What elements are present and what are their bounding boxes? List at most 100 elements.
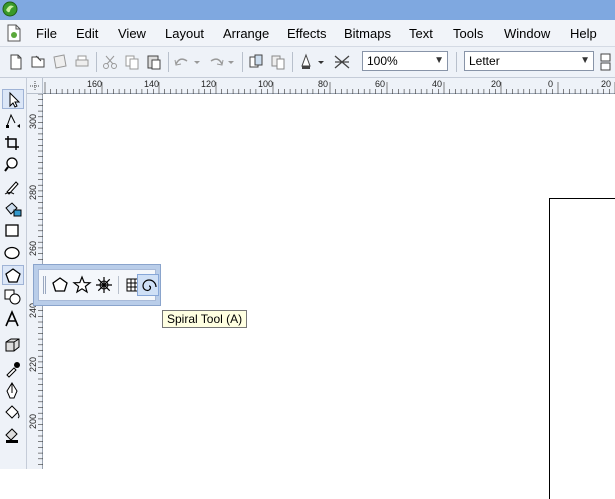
menu-tools[interactable]: Tools — [453, 26, 483, 41]
chevron-down-icon — [318, 61, 324, 64]
menu-tools-label: Tools — [453, 26, 484, 41]
page-border — [549, 198, 615, 499]
menu-bitmaps-label: Bitmaps — [344, 26, 391, 41]
flyout-panel — [38, 269, 159, 301]
menu-help[interactable]: Help — [570, 26, 597, 41]
menu-arrange-label: Arrange — [223, 26, 270, 41]
scissors-icon — [103, 55, 117, 69]
menu-window-label: Window — [504, 26, 551, 41]
welcome-icon — [334, 55, 350, 69]
ruler-label: 0 — [548, 79, 554, 89]
redo-dropdown[interactable] — [226, 52, 236, 72]
shape-node-icon — [6, 113, 20, 128]
interactive-fill-icon — [5, 428, 18, 443]
horizontal-ruler[interactable]: 160 140 120 100 80 60 40 20 0 20 — [43, 78, 615, 94]
interactive-blend-tool[interactable] — [2, 335, 24, 355]
menu-file-label: File — [36, 26, 57, 41]
menu-edit-label: Edit — [76, 26, 99, 41]
pen-icon — [4, 181, 19, 195]
redo-button[interactable] — [206, 52, 226, 72]
save-button[interactable] — [50, 52, 70, 72]
rectangle-tool[interactable] — [2, 221, 24, 241]
magnifier-icon — [4, 157, 18, 172]
launcher-dropdown[interactable] — [316, 52, 326, 72]
copy-button[interactable] — [122, 52, 142, 72]
menu-edit[interactable]: Edit — [76, 26, 98, 41]
chevron-down-icon[interactable]: ▼ — [580, 52, 590, 70]
chevron-down-icon[interactable]: ▼ — [434, 52, 444, 70]
ruler-label: 140 — [144, 79, 160, 89]
eyedropper-tool[interactable] — [2, 359, 24, 379]
import-button[interactable] — [246, 52, 266, 72]
flyout-grip-handle[interactable] — [43, 276, 46, 294]
spiral-tool-button[interactable] — [137, 274, 159, 296]
polygon-icon — [5, 268, 21, 283]
undo-dropdown[interactable] — [192, 52, 202, 72]
outline-tool[interactable] — [2, 381, 24, 401]
toolbar-separator — [456, 52, 457, 72]
chevron-down-icon — [194, 61, 200, 64]
basic-shapes-tool[interactable] — [2, 287, 24, 307]
zoom-level-combo[interactable]: 100% ▼ — [362, 51, 448, 71]
star-tool-button[interactable] — [71, 274, 93, 296]
menu-file[interactable]: File — [36, 26, 57, 41]
print-button[interactable] — [72, 52, 92, 72]
ruler-label: 160 — [87, 79, 103, 89]
pick-tool[interactable] — [2, 89, 24, 109]
welcome-screen-button[interactable] — [332, 52, 352, 72]
ruler-label: 80 — [318, 79, 329, 89]
new-button[interactable] — [6, 52, 26, 72]
horizontal-ruler-ticks — [44, 82, 615, 94]
page-size-combo[interactable]: Letter ▼ — [464, 51, 594, 71]
complex-star-tool-button[interactable] — [93, 274, 115, 296]
cut-button[interactable] — [100, 52, 120, 72]
save-icon — [53, 54, 67, 69]
undo-icon — [174, 58, 188, 66]
menu-text-label: Text — [409, 26, 433, 41]
ruler-origin[interactable] — [27, 78, 43, 94]
zoom-level-value: 100% — [367, 54, 398, 68]
menu-arrange[interactable]: Arrange — [223, 26, 269, 41]
menu-bitmaps[interactable]: Bitmaps — [344, 26, 391, 41]
export-button[interactable] — [268, 52, 288, 72]
document-icon[interactable] — [6, 24, 22, 42]
undo-button[interactable] — [172, 52, 192, 72]
import-icon — [249, 54, 263, 68]
ruler-label: 200 — [28, 413, 38, 429]
polygon-tool-button[interactable] — [49, 274, 71, 296]
page-dimensions-button[interactable] — [598, 52, 614, 72]
toolbar-separator — [96, 52, 97, 72]
print-icon — [75, 55, 89, 67]
crop-tool[interactable] — [2, 133, 24, 153]
crosshair-icon — [30, 81, 40, 91]
zoom-tool[interactable] — [2, 155, 24, 175]
menu-layout[interactable]: Layout — [165, 26, 204, 41]
freehand-tool[interactable] — [2, 177, 24, 197]
menu-window[interactable]: Window — [504, 26, 550, 41]
fill-tool[interactable] — [2, 403, 24, 423]
menu-text[interactable]: Text — [409, 26, 433, 41]
text-tool[interactable] — [2, 309, 24, 329]
crop-icon — [5, 136, 19, 150]
interactive-fill-tool[interactable] — [2, 425, 24, 445]
menu-effects-label: Effects — [287, 26, 327, 41]
text-a-icon — [5, 309, 19, 327]
open-button[interactable] — [28, 52, 48, 72]
shape-tool[interactable] — [2, 111, 24, 131]
application-launcher-button[interactable] — [296, 52, 316, 72]
pen-nib-icon — [6, 382, 18, 399]
menu-bar: File Edit View Layout Arrange Effects Bi… — [0, 20, 615, 47]
paste-button[interactable] — [144, 52, 164, 72]
object-tools-polygon[interactable] — [2, 265, 24, 285]
spiral-tool-tooltip: Spiral Tool (A) — [162, 310, 248, 328]
chevron-down-icon — [228, 61, 234, 64]
ruler-label: 280 — [28, 184, 38, 200]
menu-effects[interactable]: Effects — [287, 26, 327, 41]
coreldraw-app-icon[interactable] — [2, 1, 18, 17]
smart-fill-tool[interactable] — [2, 199, 24, 219]
menu-view[interactable]: View — [118, 26, 146, 41]
star-icon — [72, 275, 92, 294]
new-document-icon — [10, 54, 22, 70]
open-folder-icon — [31, 55, 45, 68]
ellipse-tool[interactable] — [2, 243, 24, 263]
